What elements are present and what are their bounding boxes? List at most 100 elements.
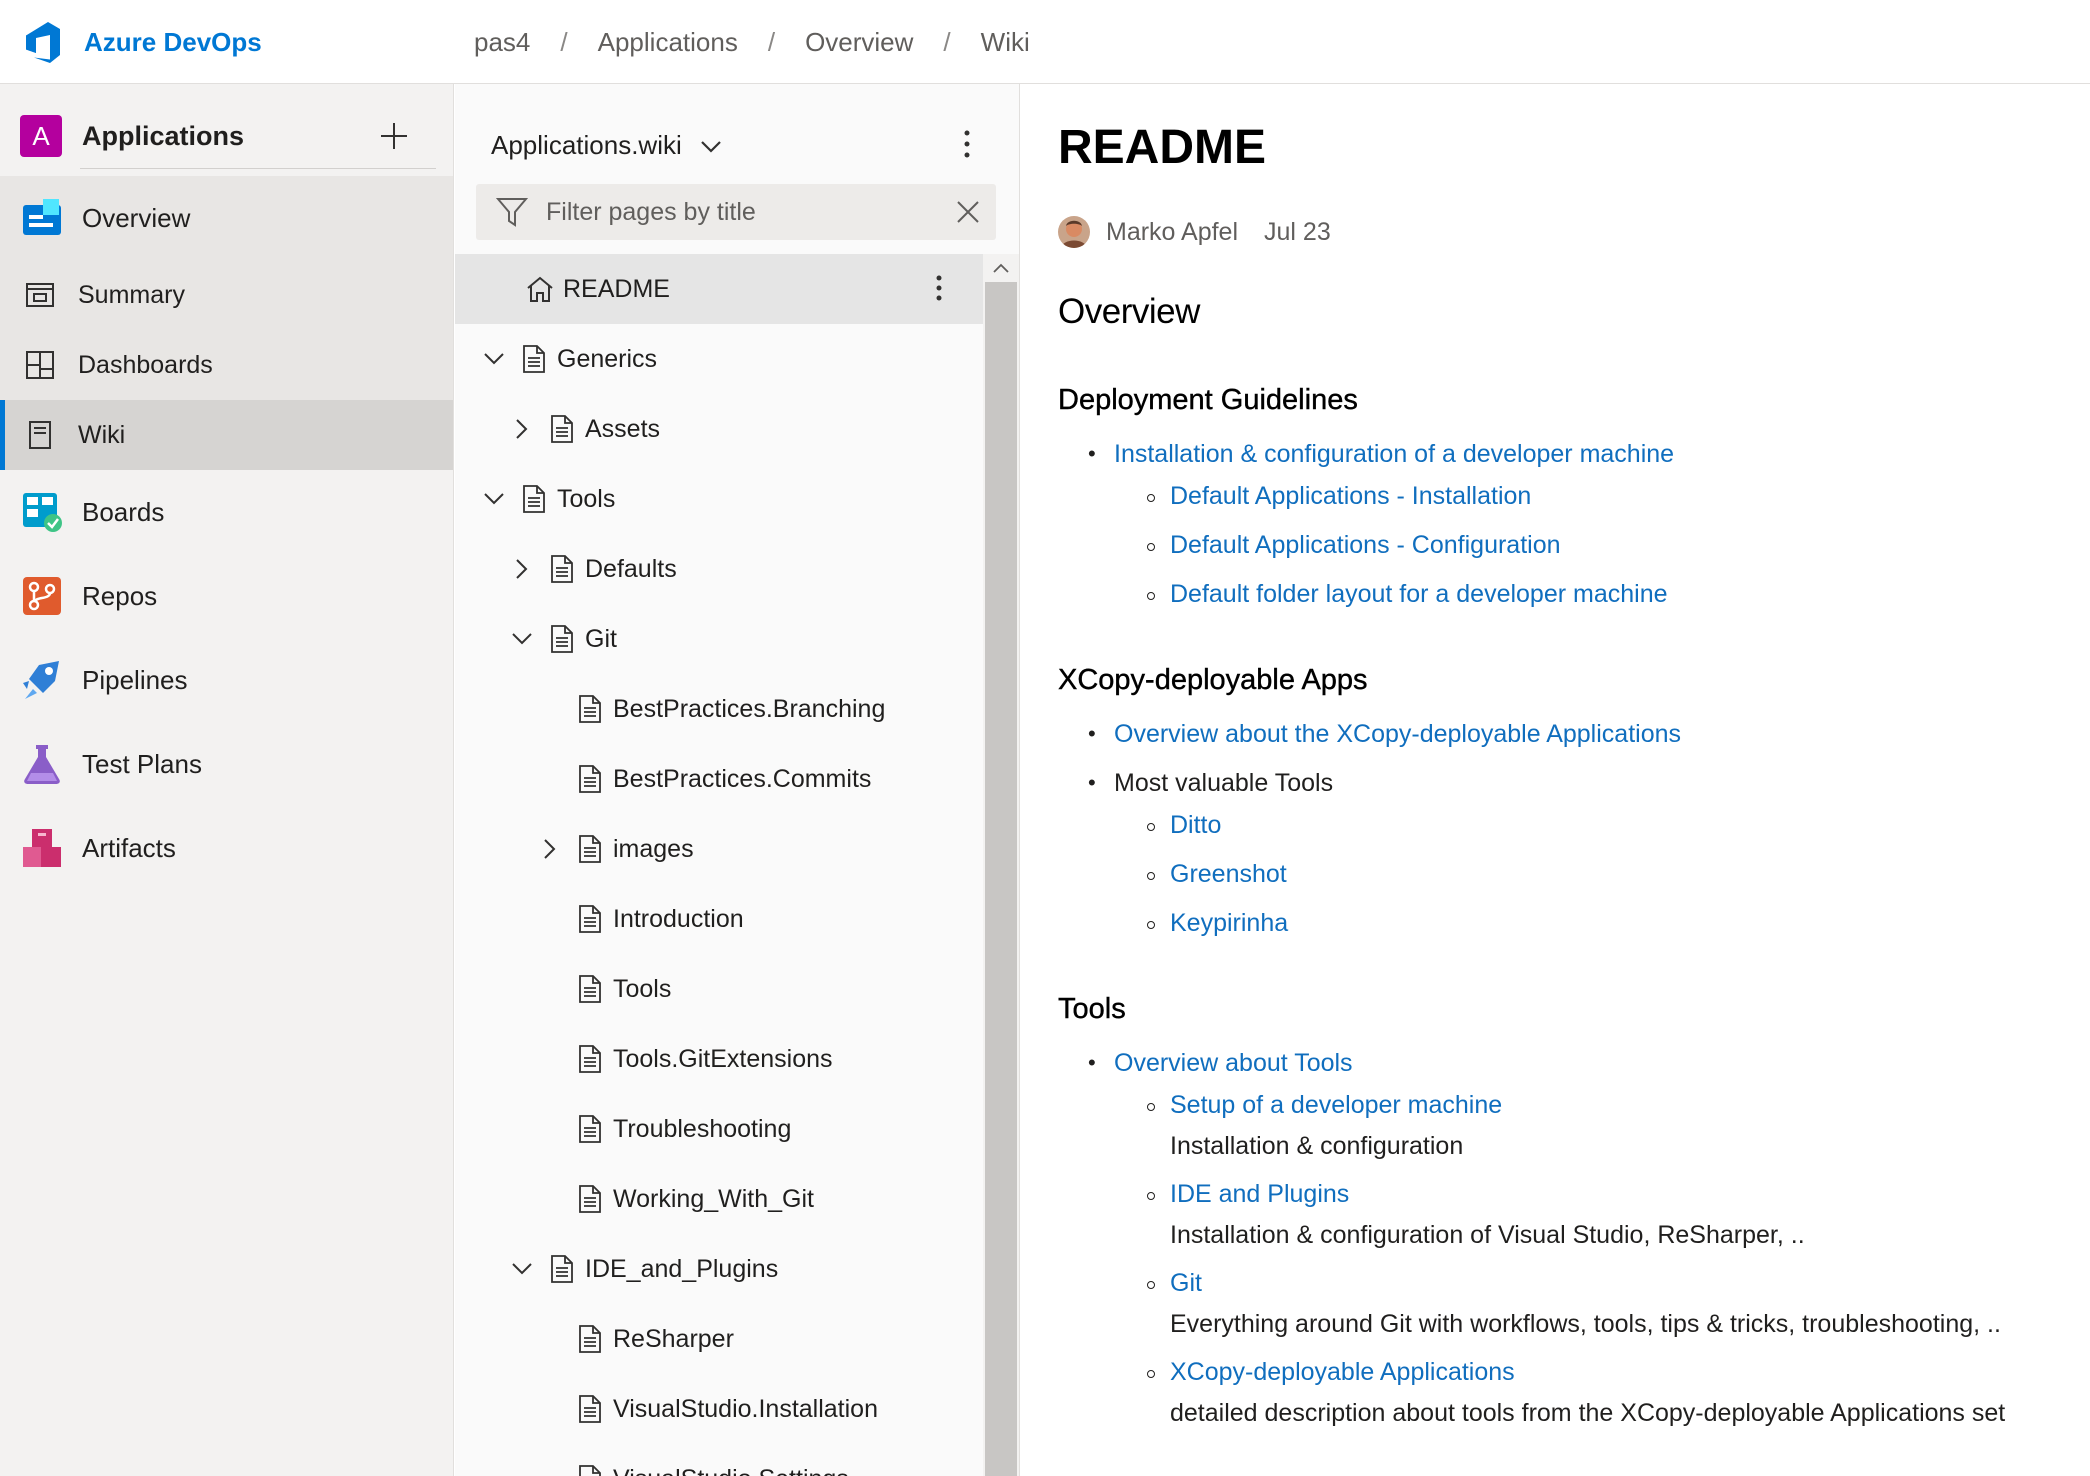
list-item: Installation & configuration of a develo… (1058, 433, 2078, 475)
tree-item[interactable]: images (455, 814, 985, 884)
page-icon (575, 1392, 605, 1426)
filter-pages-input[interactable] (544, 196, 948, 228)
tree-item[interactable]: BestPractices.Commits (455, 744, 985, 814)
nav-item-test-plans[interactable]: Test Plans (0, 722, 453, 806)
item-description: detailed description about tools from th… (1170, 1399, 2006, 1427)
link-default-apps-configuration[interactable]: Default Applications - Configuration (1170, 531, 1561, 559)
link-tools-overview[interactable]: Overview about Tools (1114, 1049, 1353, 1077)
link-default-folder-layout[interactable]: Default folder layout for a developer ma… (1170, 580, 1668, 608)
boards-icon (20, 490, 64, 534)
project-header[interactable]: A Applications (20, 106, 434, 166)
tree-item[interactable]: Generics (455, 324, 985, 394)
tree-item[interactable]: Assets (455, 394, 985, 464)
link-greenshot[interactable]: Greenshot (1170, 860, 1287, 888)
tree-scrollbar[interactable] (983, 254, 1019, 1476)
author-name[interactable]: Marko Apfel (1106, 218, 1238, 247)
tree-item-label: IDE_and_Plugins (585, 1254, 779, 1283)
heading-deployment: Deployment Guidelines (1058, 384, 1358, 416)
brand-name: Azure DevOps (84, 26, 262, 57)
list-item: Default Applications - Configuration (1058, 524, 2078, 566)
nav-item-overview[interactable]: Overview (0, 176, 453, 260)
tree-item[interactable]: Tools.GitExtensions (455, 1024, 985, 1094)
link-ditto[interactable]: Ditto (1170, 811, 1221, 839)
nav-item-dashboards[interactable]: Dashboards (0, 330, 453, 400)
page-icon (547, 622, 577, 656)
page-more-options-icon[interactable] (919, 268, 959, 308)
list-item: Default Applications - Installation (1058, 475, 2078, 517)
chevron-right-icon[interactable] (507, 554, 537, 584)
link-keypirinha[interactable]: Keypirinha (1170, 909, 1288, 937)
scroll-up-icon[interactable] (983, 254, 1019, 282)
brand[interactable]: Azure DevOps (20, 18, 262, 66)
wiki-selector[interactable]: Applications.wiki (491, 120, 722, 170)
tree-item[interactable]: ReSharper (455, 1304, 985, 1374)
nav-label: Boards (82, 496, 165, 527)
page-meta: Marko Apfel Jul 23 (1058, 212, 1331, 252)
nav-item-artifacts[interactable]: Artifacts (0, 806, 453, 890)
nav-item-summary[interactable]: Summary (0, 260, 453, 330)
nav-item-boards[interactable]: Boards (0, 470, 453, 554)
chevron-right-icon[interactable] (535, 834, 565, 864)
tree-item[interactable]: README (455, 254, 985, 324)
tree-item-label: ReSharper (613, 1324, 734, 1353)
nav-label: Repos (82, 580, 158, 611)
tree-item-label: Git (585, 624, 617, 653)
tree-item[interactable]: Tools (455, 464, 985, 534)
tree-item-label: Introduction (613, 904, 744, 933)
breadcrumb-overview[interactable]: Overview (805, 27, 913, 58)
chevron-down-icon[interactable] (507, 1254, 537, 1284)
chevron-right-icon[interactable] (507, 414, 537, 444)
filter-icon (496, 195, 530, 229)
section-tools: Tools Overview about Tools Setup of a de… (1058, 993, 2078, 1433)
breadcrumb-org[interactable]: pas4 (474, 27, 530, 58)
tree-item[interactable]: Defaults (455, 534, 985, 604)
link-installation-config[interactable]: Installation & configuration of a develo… (1114, 440, 1674, 468)
wiki-page-tree: README Generics Assets Tools Defaults Git Best… (455, 254, 985, 1476)
heading-overview: Overview (1058, 292, 1200, 331)
more-options-icon[interactable] (945, 122, 989, 166)
tree-item[interactable]: Working_With_Git (455, 1164, 985, 1234)
pipelines-icon (20, 658, 64, 702)
breadcrumb-wiki[interactable]: Wiki (981, 27, 1030, 58)
chevron-down-icon[interactable] (507, 624, 537, 654)
link-default-apps-installation[interactable]: Default Applications - Installation (1170, 482, 1531, 510)
tree-item-label: Tools (557, 484, 616, 513)
page-icon (547, 552, 577, 586)
top-header: Azure DevOps pas4 / Applications / Overv… (0, 0, 2090, 84)
tree-item[interactable]: Git (455, 604, 985, 674)
link-xcopy-overview[interactable]: Overview about the XCopy-deployable Appl… (1114, 720, 1681, 748)
scrollbar-thumb[interactable] (985, 282, 1017, 1476)
breadcrumb-project[interactable]: Applications (598, 27, 738, 58)
tree-item[interactable]: IDE_and_Plugins (455, 1234, 985, 1304)
item-description: Everything around Git with workflows, to… (1170, 1310, 2001, 1338)
page-icon (575, 762, 605, 796)
link-xcopy-applications[interactable]: XCopy-deployable Applications (1170, 1358, 1515, 1386)
tree-item[interactable]: BestPractices.Branching (455, 674, 985, 744)
page-icon (575, 972, 605, 1006)
nav-item-repos[interactable]: Repos (0, 554, 453, 638)
chevron-down-icon[interactable] (479, 484, 509, 514)
link-ide-and-plugins[interactable]: IDE and Plugins (1170, 1180, 1349, 1208)
tree-item-label: images (613, 834, 694, 863)
author-avatar[interactable] (1058, 216, 1090, 248)
clear-filter-icon[interactable] (950, 194, 986, 230)
page-icon (575, 832, 605, 866)
tree-item[interactable]: Introduction (455, 884, 985, 954)
page-icon (519, 482, 549, 516)
link-setup-developer-machine[interactable]: Setup of a developer machine (1170, 1091, 1502, 1119)
tree-item[interactable]: VisualStudio.Installation (455, 1374, 985, 1444)
plus-icon[interactable] (374, 116, 414, 156)
chevron-down-icon[interactable] (479, 344, 509, 374)
chevron-down-icon (700, 130, 722, 161)
item-description: Installation & configuration of Visual S… (1170, 1221, 1805, 1249)
nav-item-pipelines[interactable]: Pipelines (0, 638, 453, 722)
tree-item[interactable]: Troubleshooting (455, 1094, 985, 1164)
summary-icon (20, 275, 60, 315)
tree-item[interactable]: VisualStudio.Settings (455, 1444, 985, 1476)
tree-item-label: Generics (557, 344, 658, 373)
nav-item-wiki[interactable]: Wiki (0, 400, 453, 470)
tree-item[interactable]: Tools (455, 954, 985, 1024)
link-git[interactable]: Git (1170, 1269, 1202, 1297)
